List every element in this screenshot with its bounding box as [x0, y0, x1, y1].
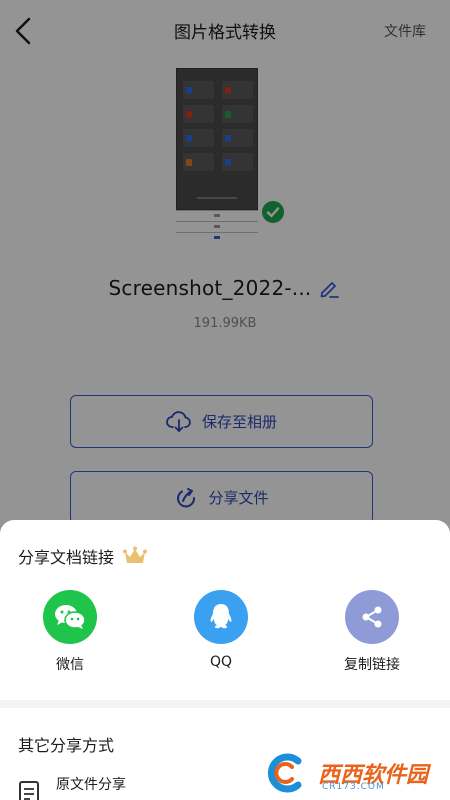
convert-result-screen: 图片格式转换 文件库 Screenshot_2022-... 191.99KB … — [0, 0, 450, 800]
share-link-icon — [345, 590, 399, 644]
crown-icon — [123, 546, 148, 563]
share-qq-button[interactable]: QQ — [176, 590, 266, 670]
watermark-c-icon — [267, 753, 302, 793]
other-share-title: 其它分享方式 — [18, 736, 115, 755]
section-divider — [0, 700, 450, 708]
wechat-icon — [43, 590, 97, 644]
share-link-title: 分享文档链接 — [18, 548, 115, 567]
watermark-domain: CR173.COM — [322, 782, 385, 792]
original-file-share-item[interactable]: 原文件分享 — [18, 774, 126, 800]
original-file-share-label: 原文件分享 — [56, 777, 126, 793]
share-wechat-button[interactable]: 微信 — [25, 590, 115, 674]
share-wechat-label: 微信 — [56, 657, 84, 673]
copy-link-label: 复制链接 — [344, 657, 400, 673]
document-icon — [19, 781, 39, 800]
watermark-logo: 西西软件园 CR173.COM — [258, 752, 438, 794]
share-qq-label: QQ — [209, 654, 233, 670]
qq-icon — [194, 590, 248, 644]
copy-link-button[interactable]: 复制链接 — [327, 590, 417, 674]
